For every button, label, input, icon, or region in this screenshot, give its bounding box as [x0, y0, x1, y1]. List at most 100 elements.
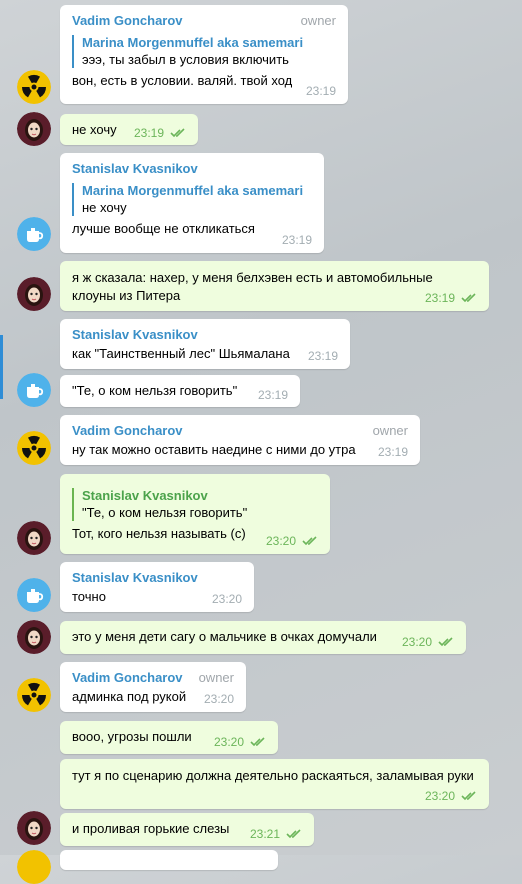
message-text: лучше вообще не откликаться	[72, 221, 255, 236]
sender-name[interactable]: Stanislav Kvasnikov	[72, 570, 242, 586]
double-check-icon	[302, 536, 317, 546]
message-text: я ж сказала: нахер, у меня белхэвен есть…	[72, 270, 433, 303]
message-text: вон, есть в условии. валяй. твой ход	[72, 73, 293, 88]
message-meta: 23:19	[134, 126, 186, 140]
reply-quote[interactable]: Marina Morgenmuffel aka samemari эээ, ты…	[72, 35, 336, 68]
message-bubble[interactable]: Stanislav Kvasnikov точно 23:20	[60, 562, 254, 612]
double-check-icon	[438, 637, 453, 647]
message-text: тут я по сценарию должна деятельно раска…	[72, 768, 474, 783]
message-time: 23:19	[377, 445, 408, 459]
woman-avatar-icon	[17, 112, 51, 146]
message-bubble[interactable]: Vadim Goncharov owner Marina Morgenmuffe…	[60, 5, 348, 104]
message-text: "Те, о ком нельзя говорить"	[72, 383, 238, 398]
message-meta: 23:19	[258, 388, 288, 402]
message-bubble[interactable]: и проливая горькие слезы 23:21	[60, 813, 314, 846]
message-bubble[interactable]: Vadim Goncharov owner ну так можно остав…	[60, 415, 420, 465]
message-meta: 23:20	[214, 735, 266, 749]
woman-avatar-icon	[17, 811, 51, 845]
message-time: 23:20	[401, 635, 432, 649]
reply-author: Stanislav Kvasnikov	[82, 488, 208, 503]
message-bubble[interactable]: Stanislav Kvasnikov Marina Morgenmuffel …	[60, 153, 324, 253]
reply-text: эээ, ты забыл в условия включить	[82, 52, 289, 67]
reply-author: Marina Morgenmuffel aka samemari	[82, 183, 304, 198]
radiation-icon	[17, 678, 51, 712]
teapot-icon	[17, 217, 51, 251]
message-meta: 23:20	[266, 534, 318, 548]
avatar-vadim[interactable]	[17, 678, 51, 712]
role-badge: owner	[372, 423, 408, 438]
reply-text: не хочу	[82, 200, 127, 215]
message-time: 23:20	[213, 735, 244, 749]
message-bubble[interactable]: "Те, о ком нельзя говорить" 23:19	[60, 375, 300, 407]
message-bubble[interactable]: не хочу 23:19	[60, 114, 198, 145]
avatar-marina[interactable]	[17, 620, 51, 654]
message-meta: 23:19	[425, 291, 477, 305]
message-meta: 23:20	[402, 635, 454, 649]
radiation-icon	[17, 850, 51, 884]
message-bubble[interactable]: я ж сказала: нахер, у меня белхэвен есть…	[60, 261, 489, 311]
message-time: 23:20	[265, 534, 296, 548]
message-bubble[interactable]: вооо, угрозы пошли 23:20	[60, 721, 278, 754]
left-edge-indicator	[0, 335, 3, 399]
message-meta: 23:20	[425, 789, 477, 803]
message-text: ну так можно оставить наедине с ними до …	[72, 442, 356, 457]
message-text: как "Таинственный лес" Шьямалана	[72, 346, 290, 361]
message-time: 23:19	[424, 291, 455, 305]
double-check-icon	[250, 737, 265, 747]
woman-avatar-icon	[17, 620, 51, 654]
role-badge: owner	[300, 13, 336, 28]
reply-quote[interactable]: Marina Morgenmuffel aka samemari не хочу	[72, 183, 312, 216]
avatar-marina[interactable]	[17, 277, 51, 311]
message-meta: 23:19	[282, 233, 312, 247]
message-meta: 23:21	[250, 827, 302, 841]
sender-name[interactable]: Vadim Goncharov	[72, 13, 336, 29]
double-check-icon	[461, 293, 476, 303]
message-time: 23:19	[257, 388, 288, 402]
message-bubble[interactable]: это у меня дети сагу о мальчике в очках …	[60, 621, 466, 654]
message-time: 23:19	[307, 349, 338, 363]
message-bubble[interactable]: Stanislav Kvasnikov "Те, о ком нельзя го…	[60, 474, 330, 554]
reply-author: Marina Morgenmuffel aka samemari	[82, 35, 304, 50]
role-badge: owner	[198, 670, 234, 685]
message-text: это у меня дети сагу о мальчике в очках …	[72, 629, 377, 644]
radiation-icon	[17, 431, 51, 465]
message-bubble[interactable]: тут я по сценарию должна деятельно раска…	[60, 759, 489, 809]
message-time: 23:20	[424, 789, 455, 803]
sender-name[interactable]: Stanislav Kvasnikov	[72, 161, 312, 177]
message-time: 23:19	[133, 126, 164, 140]
message-meta: 23:19	[308, 349, 338, 363]
avatar-marina[interactable]	[17, 112, 51, 146]
reply-text: "Те, о ком нельзя говорить"	[82, 505, 248, 520]
message-time: 23:20	[211, 592, 242, 606]
message-meta: 23:20	[204, 692, 234, 706]
teapot-icon	[17, 578, 51, 612]
message-bubble[interactable]: Stanislav Kvasnikov как "Таинственный ле…	[60, 319, 350, 369]
reply-quote[interactable]: Stanislav Kvasnikov "Те, о ком нельзя го…	[72, 488, 318, 521]
message-meta: 23:20	[212, 592, 242, 606]
double-check-icon	[170, 128, 185, 138]
avatar-marina[interactable]	[17, 811, 51, 845]
message-meta: 23:19	[306, 84, 336, 98]
teapot-icon	[17, 373, 51, 407]
avatar-vadim[interactable]	[17, 431, 51, 465]
sender-name[interactable]: Stanislav Kvasnikov	[72, 327, 338, 343]
avatar-stanislav[interactable]	[17, 373, 51, 407]
message-time: 23:20	[203, 692, 234, 706]
avatar-vadim-partial[interactable]	[17, 850, 51, 884]
avatar-stanislav[interactable]	[17, 578, 51, 612]
avatar-marina[interactable]	[17, 521, 51, 555]
message-meta: 23:19	[378, 445, 408, 459]
avatar-stanislav[interactable]	[17, 217, 51, 251]
double-check-icon	[286, 829, 301, 839]
message-bubble-partial[interactable]	[60, 850, 278, 870]
message-bubble[interactable]: Vadim Goncharov owner админка под рукой …	[60, 662, 246, 712]
message-time: 23:19	[305, 84, 336, 98]
woman-avatar-icon	[17, 277, 51, 311]
double-check-icon	[461, 791, 476, 801]
message-time: 23:19	[281, 233, 312, 247]
woman-avatar-icon	[17, 521, 51, 555]
avatar-vadim[interactable]	[17, 70, 51, 104]
message-time: 23:21	[249, 827, 280, 841]
radiation-icon	[17, 70, 51, 104]
sender-name[interactable]: Vadim Goncharov	[72, 423, 408, 439]
